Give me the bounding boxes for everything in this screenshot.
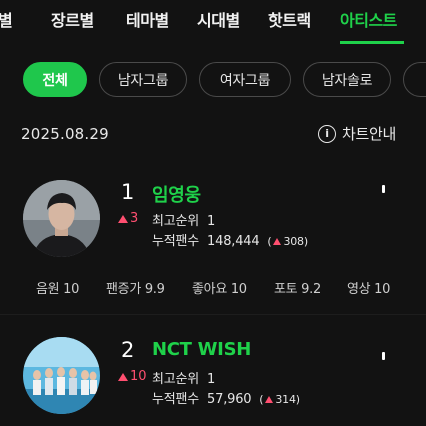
fan-delta-value: 308: [283, 235, 304, 248]
score-label: 팬증가: [106, 282, 141, 297]
score-value: 10: [374, 282, 391, 297]
tab-hottrack[interactable]: 핫트랙: [268, 7, 311, 31]
chart-guide-button[interactable]: i 차트안내: [318, 123, 396, 144]
rank-change-value: 3: [130, 211, 139, 226]
artist-name[interactable]: NCT WISH: [152, 339, 251, 360]
tab-partial[interactable]: 별: [0, 7, 13, 31]
fan-count: 누적팬수 148,444 (308): [152, 230, 308, 249]
more-marker[interactable]: [382, 185, 385, 193]
score-value: 10: [230, 282, 247, 297]
best-rank-label: 최고순위: [152, 372, 200, 387]
score-label: 음원: [36, 282, 60, 297]
tab-era[interactable]: 시대별: [197, 7, 240, 31]
score-breakdown: 음원 10 팬증가 9.9 좋아요 10 포토 9.2 영상 10: [0, 278, 426, 297]
rank-number: 1: [121, 180, 135, 204]
fan-delta-value: 314: [275, 393, 296, 406]
score-value: 10: [63, 282, 80, 297]
score-photo: 포토 9.2: [274, 278, 321, 297]
up-arrow-icon: [265, 396, 274, 403]
score-video: 영상 10: [347, 278, 390, 297]
chip-male-solo[interactable]: 남자솔로: [303, 62, 391, 97]
tab-genre[interactable]: 장르별: [51, 7, 94, 31]
score-value: 9.9: [144, 282, 165, 297]
best-rank-value: 1: [207, 214, 216, 229]
rank-change-value: 10: [130, 369, 147, 384]
score-label: 좋아요: [192, 282, 227, 297]
artist-photo: [23, 337, 100, 414]
up-arrow-icon: [118, 214, 128, 223]
fan-count-label: 누적팬수: [152, 392, 200, 407]
info-icon: i: [318, 124, 336, 143]
best-rank-label: 최고순위: [152, 214, 200, 229]
entry-divider: [0, 314, 426, 315]
score-streaming: 음원 10: [36, 278, 79, 297]
tab-artist[interactable]: 아티스트: [340, 7, 397, 31]
avatar[interactable]: [23, 337, 100, 414]
score-likes: 좋아요 10: [192, 278, 247, 297]
fan-delta: (314): [259, 393, 300, 406]
score-fan-growth: 팬증가 9.9: [106, 278, 165, 297]
artist-photo: [23, 180, 100, 257]
fan-count: 누적팬수 57,960 (314): [152, 388, 300, 407]
chip-female-group[interactable]: 여자그룹: [199, 62, 291, 97]
fan-count-value: 148,444: [207, 234, 260, 249]
chip-all[interactable]: 전체: [23, 62, 87, 97]
score-label: 포토: [274, 282, 298, 297]
tab-theme[interactable]: 테마별: [126, 7, 169, 31]
rank-change: 3: [118, 211, 138, 226]
fan-count-value: 57,960: [207, 392, 252, 407]
filter-chip-bar: 전체 남자그룹 여자그룹 남자솔로: [0, 60, 426, 102]
fan-delta: (308): [267, 235, 308, 248]
artist-name[interactable]: 임영웅: [152, 181, 201, 207]
rank-number: 2: [121, 338, 135, 362]
best-rank: 최고순위 1: [152, 210, 215, 229]
avatar[interactable]: [23, 180, 100, 257]
chart-guide-label: 차트안내: [342, 125, 397, 143]
chart-date: 2025.08.29: [21, 125, 109, 143]
best-rank: 최고순위 1: [152, 368, 215, 387]
score-value: 9.2: [301, 282, 321, 297]
active-tab-indicator: [340, 41, 404, 44]
up-arrow-icon: [273, 238, 282, 245]
rank-change: 10: [118, 369, 147, 384]
chip-partial[interactable]: [403, 62, 426, 97]
more-marker[interactable]: [382, 352, 385, 360]
category-tab-bar: 별 장르별 테마별 시대별 핫트랙 아티스트: [0, 0, 426, 46]
score-label: 영상: [347, 282, 371, 297]
up-arrow-icon: [118, 372, 128, 381]
fan-count-label: 누적팬수: [152, 234, 200, 249]
chip-male-group[interactable]: 남자그룹: [99, 62, 187, 97]
best-rank-value: 1: [207, 372, 216, 387]
